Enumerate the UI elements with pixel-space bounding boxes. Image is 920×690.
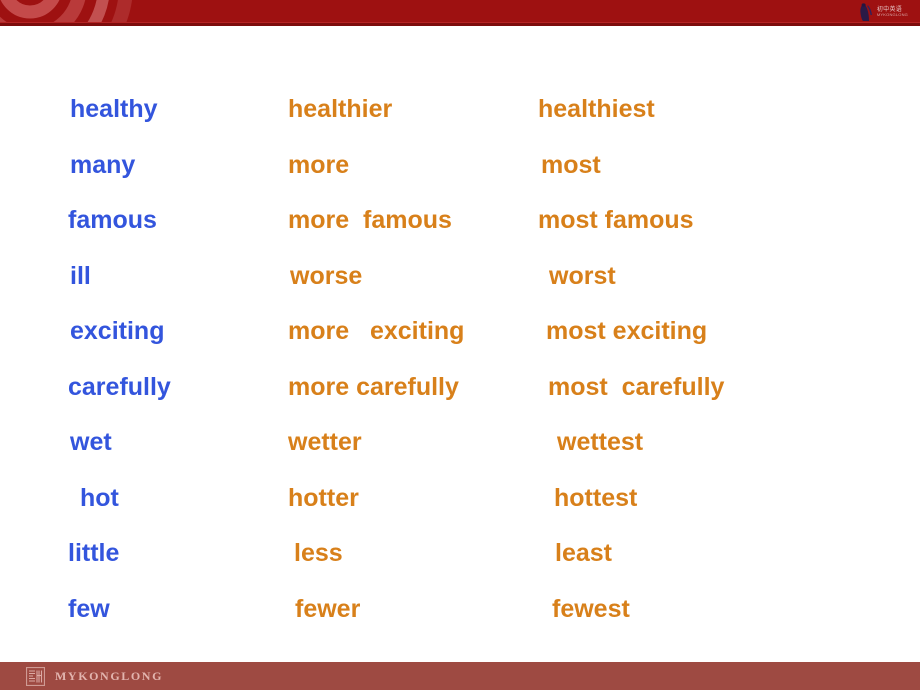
- table-row: ill worse worst: [0, 259, 920, 315]
- comparative-form-word: fewer: [295, 594, 361, 623]
- table-row: carefully more carefully most carefully: [0, 370, 920, 426]
- table-row: few fewer fewest: [0, 592, 920, 648]
- superlative-form-word: healthiest: [538, 95, 655, 123]
- table-row: wet wetter wettest: [0, 425, 920, 481]
- superlative-form-word: most: [541, 150, 601, 179]
- base-form-word: hot: [80, 483, 119, 512]
- base-form-word: little: [68, 539, 120, 567]
- seal-stamp-icon: [26, 666, 45, 686]
- comparative-form-word: more: [288, 150, 350, 179]
- comparative-form-word: more carefully: [288, 372, 459, 401]
- base-form-word: few: [68, 594, 110, 623]
- superlative-form-word: most famous: [538, 206, 694, 234]
- table-row: exciting more exciting most exciting: [0, 314, 920, 370]
- slide-header-bar: 初中英语 MYKONGLONG: [0, 0, 920, 26]
- table-row: healthy healthier healthiest: [0, 92, 920, 148]
- superlative-form-word: fewest: [552, 594, 630, 623]
- base-form-word: exciting: [70, 317, 165, 345]
- base-form-word: famous: [68, 206, 157, 234]
- base-form-word: carefully: [68, 372, 171, 401]
- comparative-form-word: worse: [290, 261, 363, 290]
- comparative-form-word: less: [294, 539, 343, 567]
- comparative-form-word: more exciting: [288, 317, 465, 345]
- superlative-form-word: wettest: [557, 428, 644, 456]
- comparative-form-word: wetter: [288, 428, 362, 456]
- table-row: little less least: [0, 536, 920, 592]
- comparative-form-word: hotter: [288, 483, 359, 512]
- table-row: many more most: [0, 148, 920, 204]
- header-logo: 初中英语 MYKONGLONG: [858, 1, 908, 23]
- superlative-form-word: hottest: [554, 483, 638, 512]
- superlative-form-word: worst: [549, 261, 616, 290]
- slide-footer-bar: MYKONGLONG: [0, 662, 920, 690]
- school-emblem-icon: [860, 3, 872, 21]
- superlative-form-word: most exciting: [546, 317, 708, 345]
- table-row: hot hotter hottest: [0, 481, 920, 537]
- base-form-word: healthy: [70, 95, 158, 123]
- base-form-word: many: [70, 150, 136, 179]
- superlative-form-word: least: [555, 539, 612, 567]
- comparative-form-word: more famous: [288, 206, 452, 234]
- base-form-word: wet: [70, 428, 112, 456]
- base-form-word: ill: [70, 261, 91, 290]
- adjective-forms-table: healthy healthier healthiest many more m…: [0, 92, 920, 647]
- header-logo-text-block: 初中英语 MYKONGLONG: [877, 7, 908, 17]
- footer-brand-text: MYKONGLONG: [55, 668, 163, 683]
- table-row: famous more famous most famous: [0, 203, 920, 259]
- header-bottom-rule: [0, 23, 920, 26]
- header-logo-secondary-text: MYKONGLONG: [876, 12, 908, 17]
- slide-canvas: 初中英语 MYKONGLONG healthy healthier health…: [0, 0, 920, 690]
- superlative-form-word: most carefully: [548, 372, 725, 401]
- comparative-form-word: healthier: [288, 95, 393, 123]
